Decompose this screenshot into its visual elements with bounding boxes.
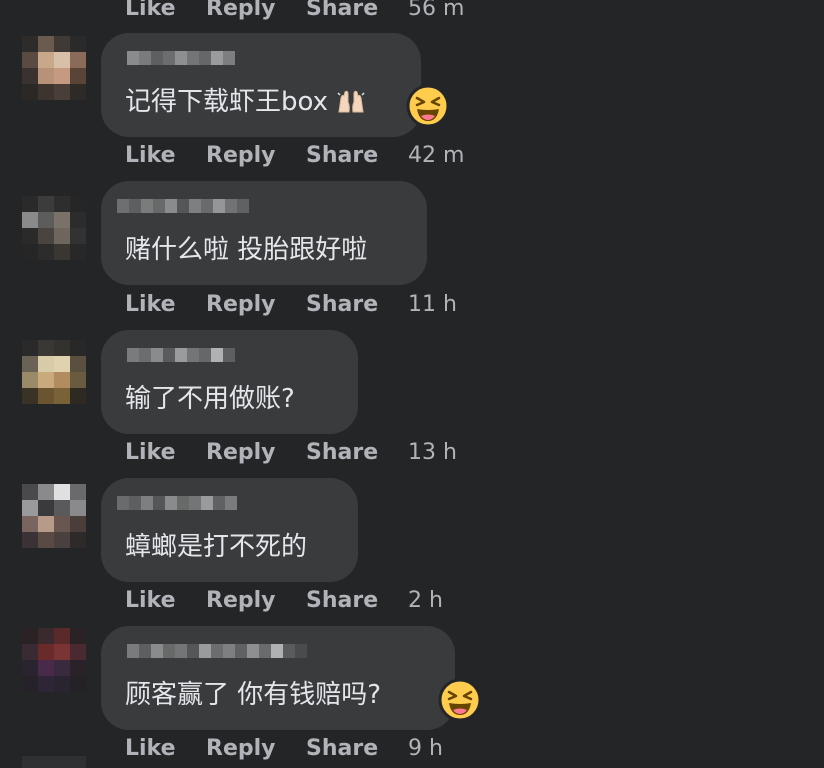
commenter-name-blurred[interactable] [127, 644, 307, 672]
comment-text: 输了不用做账? [125, 384, 295, 414]
avatar[interactable] [22, 756, 86, 768]
like-button[interactable]: Like [125, 438, 176, 468]
comment-actions: Like Reply Share 2 h [125, 586, 525, 616]
avatar[interactable] [22, 36, 86, 100]
comment-feed: Like Reply Share 56 m 记得下载虾王box Like Rep… [0, 0, 824, 768]
reply-button[interactable]: Reply [206, 290, 276, 320]
like-button[interactable]: Like [125, 586, 176, 616]
like-button[interactable]: Like [125, 0, 176, 24]
avatar[interactable] [22, 196, 86, 260]
comment-bubble: 输了不用做账? [101, 330, 358, 434]
comment-text: 顾客赢了 你有钱赔吗? [125, 680, 382, 710]
share-button[interactable]: Share [306, 586, 378, 616]
avatar[interactable] [22, 484, 86, 548]
commenter-name-blurred[interactable] [117, 496, 237, 524]
comment-actions: Like Reply Share 56 m [125, 0, 525, 24]
comment-actions: Like Reply Share 9 h [125, 734, 525, 764]
comment-timestamp[interactable]: 11 h [408, 290, 457, 320]
reply-button[interactable]: Reply [206, 438, 276, 468]
comment-actions: Like Reply Share 42 m [125, 141, 525, 171]
comment-timestamp[interactable]: 56 m [408, 0, 464, 24]
comment-bubble: 顾客赢了 你有钱赔吗? [101, 626, 455, 730]
comment-timestamp[interactable]: 13 h [408, 438, 457, 468]
comment-text: 赌什么啦 投胎跟好啦 [125, 235, 368, 265]
like-button[interactable]: Like [125, 290, 176, 320]
comment-text: 蟑螂是打不死的 [125, 532, 308, 562]
avatar[interactable] [22, 628, 86, 692]
share-button[interactable]: Share [306, 290, 378, 320]
comment-timestamp[interactable]: 42 m [408, 141, 464, 171]
share-button[interactable]: Share [306, 0, 378, 24]
reply-button[interactable]: Reply [206, 734, 276, 764]
comment-text: 记得下载虾王box [125, 85, 366, 123]
share-button[interactable]: Share [306, 438, 378, 468]
reply-button[interactable]: Reply [206, 141, 276, 171]
reply-button[interactable]: Reply [206, 586, 276, 616]
comment-bubble: 赌什么啦 投胎跟好啦 [101, 181, 427, 285]
share-button[interactable]: Share [306, 734, 378, 764]
commenter-name-blurred[interactable] [127, 348, 235, 376]
like-button[interactable]: Like [125, 734, 176, 764]
avatar[interactable] [22, 340, 86, 404]
comment-bubble: 记得下载虾王box [101, 33, 421, 137]
comment-timestamp[interactable]: 9 h [408, 734, 443, 764]
comment-timestamp[interactable]: 2 h [408, 586, 443, 616]
share-button[interactable]: Share [306, 141, 378, 171]
comment-bubble: 蟑螂是打不死的 [101, 478, 358, 582]
laughing-squinting-icon[interactable] [406, 84, 450, 128]
commenter-name-blurred[interactable] [117, 199, 249, 227]
laughing-squinting-icon[interactable] [438, 678, 482, 722]
commenter-name-blurred[interactable] [127, 51, 235, 79]
comment-actions: Like Reply Share 13 h [125, 438, 525, 468]
comment-actions: Like Reply Share 11 h [125, 290, 525, 320]
raised-hands-icon [336, 88, 366, 123]
like-button[interactable]: Like [125, 141, 176, 171]
reply-button[interactable]: Reply [206, 0, 276, 24]
